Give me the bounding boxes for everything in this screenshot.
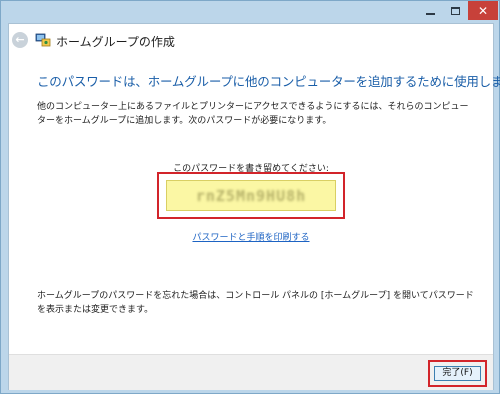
finish-button[interactable]: 完了(F) <box>434 366 481 381</box>
password-box: rnZ5Mn9HU8h <box>166 180 336 211</box>
close-icon: ✕ <box>477 3 489 18</box>
title-bar[interactable]: ✕ <box>1 1 499 23</box>
password-highlight-frame: rnZ5Mn9HU8h <box>157 172 345 219</box>
finish-button-highlight-frame: 完了(F) <box>428 360 487 387</box>
minimize-button[interactable] <box>417 1 443 20</box>
page-heading: このパスワードは、ホームグループに他のコンピューターを追加するために使用します <box>37 74 500 89</box>
maximize-icon <box>451 6 460 15</box>
homegroup-wizard-window: ✕ ← ホームグループの作成 このパスワードは、ホームグループに他のコンピュータ… <box>0 0 500 394</box>
window-title: ホームグループの作成 <box>56 35 175 49</box>
minimize-icon <box>425 12 435 15</box>
wizard-footer: 完了(F) <box>9 354 493 390</box>
print-password-link[interactable]: パスワードと手順を印刷する <box>9 230 493 243</box>
wizard-client-area: ← ホームグループの作成 このパスワードは、ホームグループに他のコンピューターを… <box>8 23 500 390</box>
forgot-password-note: ホームグループのパスワードを忘れた場合は、コントロール パネルの [ホームグルー… <box>37 291 474 315</box>
homegroup-icon <box>35 33 51 47</box>
password-value: rnZ5Mn9HU8h <box>195 186 307 205</box>
back-arrow-icon: ← <box>15 33 25 46</box>
close-button[interactable]: ✕ <box>468 1 498 20</box>
wizard-header: ← ホームグループの作成 <box>9 24 493 58</box>
maximize-button[interactable] <box>443 1 468 20</box>
back-button[interactable]: ← <box>12 32 28 48</box>
description-text: 他のコンピューター上にあるファイルとプリンターにアクセスできるようにするには、そ… <box>37 102 469 126</box>
